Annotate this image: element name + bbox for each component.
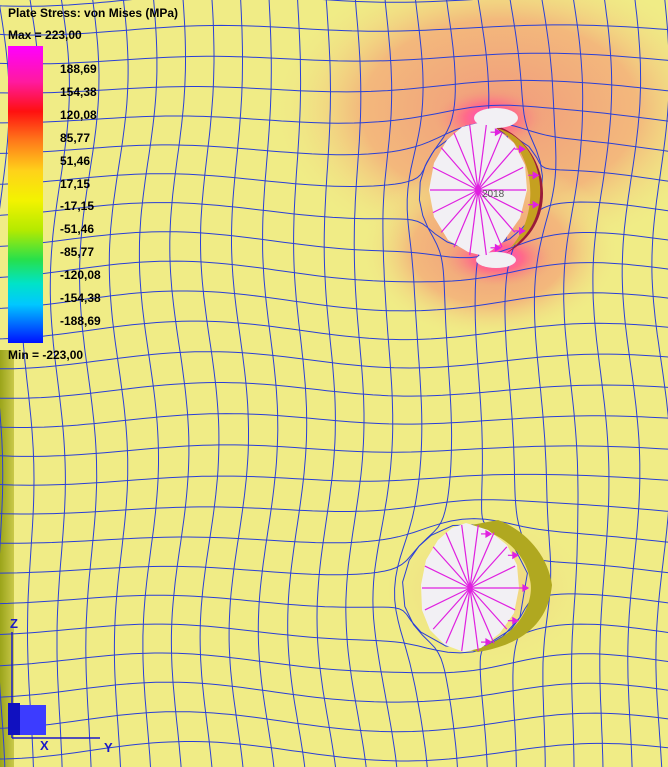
legend-tick-label: -17,15: [60, 199, 95, 214]
y-axis-label: Y: [104, 740, 113, 755]
legend-colorbar: [8, 46, 43, 343]
x-axis-label: X: [40, 738, 49, 753]
fe-mesh-plot[interactable]: 2018: [0, 0, 668, 767]
legend-tick-label: -120,08: [60, 268, 101, 283]
node-id-label: 2018: [482, 189, 505, 200]
legend-tick-label: 51,46: [60, 153, 91, 168]
legend-title: Plate Stress: von Mises (MPa): [8, 6, 179, 20]
legend-max-label: Max = 223,00: [8, 28, 82, 42]
legend-tick-label: 85,77: [60, 130, 91, 145]
legend-tick-label: -188,69: [60, 313, 101, 328]
model-viewport[interactable]: 2018 Plate Stress: von Mises (MPa) Max =…: [0, 0, 668, 767]
legend-tick-label: 188,69: [60, 62, 97, 76]
z-axis-label: Z: [10, 616, 18, 631]
legend-tick-label: -154,38: [60, 291, 101, 305]
legend-tick-label: -51,46: [60, 222, 95, 237]
legend-tick-label: 17,15: [60, 176, 91, 191]
legend-tick-label: 120,08: [60, 107, 97, 122]
triad-box-side: [8, 703, 20, 735]
legend-min-label: Min = -223,00: [8, 348, 84, 362]
legend-tick-label: 154,38: [60, 84, 97, 99]
legend-tick-label: -85,77: [60, 245, 95, 260]
